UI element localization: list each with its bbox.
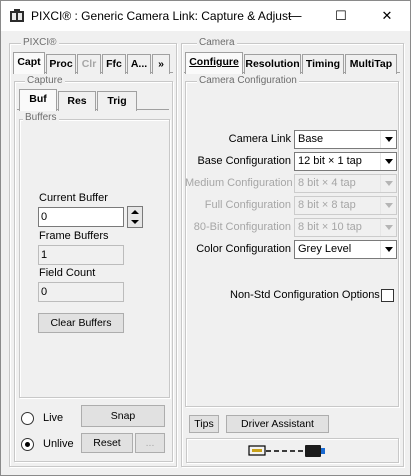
camera-link-cable-icon	[248, 445, 325, 457]
field-count-label: Field Count	[39, 267, 96, 279]
capture-group-label: Capture	[25, 75, 65, 87]
tab-capt[interactable]: Capt	[13, 52, 45, 74]
spin-down-icon[interactable]	[128, 217, 142, 227]
base-config-label: Base Configuration	[197, 155, 291, 167]
full-config-value: 8 bit × 8 tap	[298, 199, 356, 211]
color-config-select[interactable]: Grey Level	[294, 240, 397, 259]
color-config-value: Grey Level	[298, 243, 352, 255]
subtab-trig[interactable]: Trig	[97, 91, 137, 111]
frame-buffers-value: 1	[38, 245, 124, 265]
options-small-button[interactable]: ...	[135, 433, 165, 453]
medium-config-label: Medium Configuration	[185, 177, 293, 189]
tab-configure[interactable]: Configure	[185, 52, 243, 74]
title-bar[interactable]: PIXCI® : Generic Camera Link: Capture & …	[1, 1, 410, 31]
tips-button[interactable]: Tips	[189, 415, 219, 433]
nonstd-options-label: Non-Std Configuration Options	[230, 289, 380, 301]
nonstd-options-checkbox[interactable]	[381, 289, 394, 302]
chevron-down-icon[interactable]	[380, 241, 396, 258]
medium-config-select: 8 bit × 4 tap	[294, 174, 397, 193]
field-count-value: 0	[38, 282, 124, 302]
tab-proc[interactable]: Proc	[46, 54, 76, 74]
full-config-label: Full Configuration	[204, 199, 291, 211]
chevron-down-icon	[380, 197, 396, 214]
camera-app-icon	[10, 9, 24, 22]
tab-multitap[interactable]: MultiTap	[345, 54, 397, 74]
tab-ffc[interactable]: Ffc	[102, 54, 126, 74]
camera-link-label: Camera Link	[228, 133, 291, 145]
tab-a[interactable]: A...	[127, 54, 151, 74]
capture-adjust-window: PIXCI® : Generic Camera Link: Capture & …	[0, 0, 411, 476]
window-title: PIXCI® : Generic Camera Link: Capture & …	[31, 9, 292, 23]
color-config-label: Color Configuration	[196, 243, 291, 255]
current-buffer-spinner[interactable]	[127, 206, 143, 228]
80bit-config-value: 8 bit × 10 tap	[298, 221, 362, 233]
subtab-res[interactable]: Res	[58, 91, 96, 111]
maximize-button[interactable]: ☐	[318, 1, 364, 31]
clear-buffers-button[interactable]: Clear Buffers	[38, 313, 124, 333]
80bit-config-label: 80-Bit Configuration	[193, 221, 291, 233]
buffers-group-label: Buffers	[23, 112, 59, 124]
live-label: Live	[43, 412, 64, 424]
unlive-radio[interactable]	[21, 438, 34, 451]
tab-clr[interactable]: Clr	[77, 54, 101, 74]
full-config-select: 8 bit × 8 tap	[294, 196, 397, 215]
frame-buffers-label: Frame Buffers	[39, 230, 109, 242]
spin-up-icon[interactable]	[128, 207, 142, 217]
chevron-down-icon	[380, 219, 396, 236]
camera-config-group-label: Camera Configuration	[197, 75, 299, 87]
chevron-down-icon	[380, 175, 396, 192]
unlive-label: Unlive	[43, 438, 74, 450]
base-config-select[interactable]: 12 bit × 1 tap	[294, 152, 397, 171]
medium-config-value: 8 bit × 4 tap	[298, 177, 356, 189]
live-radio[interactable]	[21, 412, 34, 425]
camera-group-label: Camera	[197, 37, 237, 49]
base-config-value: 12 bit × 1 tap	[298, 155, 362, 167]
chevron-down-icon[interactable]	[380, 153, 396, 170]
close-button[interactable]: ✕	[364, 1, 410, 31]
camera-link-select[interactable]: Base	[294, 130, 397, 149]
current-buffer-input[interactable]: 0	[38, 207, 124, 227]
tab-resolution[interactable]: Resolution	[244, 54, 301, 74]
tab-more[interactable]: »	[152, 54, 170, 74]
snap-button[interactable]: Snap	[81, 405, 165, 427]
driver-assistant-button[interactable]: Driver Assistant	[226, 415, 329, 433]
pixci-group-label: PIXCI®	[21, 37, 59, 49]
current-buffer-label: Current Buffer	[39, 192, 108, 204]
reset-button[interactable]: Reset	[81, 433, 133, 453]
minimize-button[interactable]: —	[272, 1, 318, 31]
tab-timing[interactable]: Timing	[302, 54, 344, 74]
80bit-config-select: 8 bit × 10 tap	[294, 218, 397, 237]
chevron-down-icon[interactable]	[380, 131, 396, 148]
subtab-buf[interactable]: Buf	[19, 89, 57, 111]
camera-link-value: Base	[298, 133, 324, 145]
